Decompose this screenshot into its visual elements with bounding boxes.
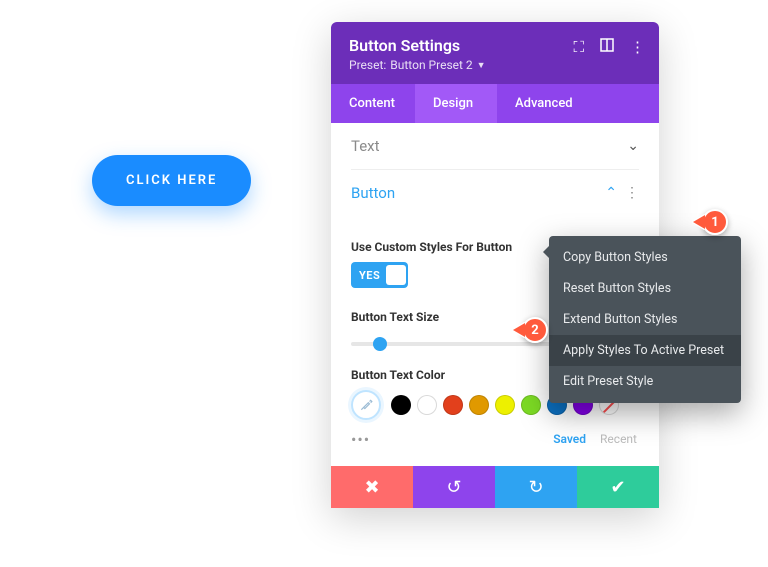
cancel-button[interactable]: ✖ bbox=[331, 466, 413, 508]
section-button-label: Button bbox=[351, 184, 395, 202]
columns-icon[interactable] bbox=[600, 38, 614, 56]
more-icon[interactable]: ⋮ bbox=[630, 38, 645, 56]
expand-icon[interactable]: ⛶ bbox=[573, 38, 584, 56]
callout-2: 2 bbox=[504, 315, 548, 345]
section-button-header[interactable]: Button ⌃ ⋮ bbox=[331, 170, 659, 216]
section-text-label: Text bbox=[351, 137, 380, 155]
menu-copy-styles[interactable]: Copy Button Styles bbox=[549, 242, 741, 273]
menu-edit-preset[interactable]: Edit Preset Style bbox=[549, 366, 741, 397]
tab-content[interactable]: Content bbox=[331, 84, 415, 123]
swatch-orange[interactable] bbox=[469, 395, 489, 415]
callout-bubble: 1 bbox=[702, 209, 728, 235]
undo-button[interactable]: ↺ bbox=[413, 466, 495, 508]
eyedropper-button[interactable] bbox=[351, 390, 381, 420]
swatch-yellow[interactable] bbox=[495, 395, 515, 415]
settings-panel: Button Settings Preset: Button Preset 2 … bbox=[331, 22, 659, 508]
palette-tabs: Saved Recent bbox=[553, 432, 637, 446]
callout-bubble: 2 bbox=[522, 317, 548, 343]
chevron-up-icon: ⌃ bbox=[605, 185, 617, 201]
tab-design[interactable]: Design bbox=[415, 84, 497, 123]
callout-tail bbox=[693, 215, 705, 229]
swatch-green[interactable] bbox=[521, 395, 541, 415]
header-actions: ⛶ ⋮ bbox=[573, 38, 645, 56]
swatch-white[interactable] bbox=[417, 395, 437, 415]
use-custom-toggle[interactable]: YES bbox=[351, 262, 408, 288]
menu-extend-styles[interactable]: Extend Button Styles bbox=[549, 304, 741, 335]
callout-1: 1 bbox=[684, 207, 728, 237]
section-text-header[interactable]: Text ⌄ bbox=[331, 123, 659, 169]
preset-selector[interactable]: Preset: Button Preset 2 ▼ bbox=[349, 58, 641, 72]
redo-button[interactable]: ↻ bbox=[495, 466, 577, 508]
menu-apply-preset[interactable]: Apply Styles To Active Preset bbox=[549, 335, 741, 366]
chevron-down-icon: ⌄ bbox=[627, 138, 639, 154]
toggle-knob bbox=[386, 265, 406, 285]
preset-name: Button Preset 2 bbox=[390, 58, 472, 72]
context-menu: Copy Button Styles Reset Button Styles E… bbox=[549, 236, 741, 403]
swatch-black[interactable] bbox=[391, 395, 411, 415]
panel-footer: ✖ ↺ ↻ ✔ bbox=[331, 466, 659, 508]
palette-tab-recent[interactable]: Recent bbox=[600, 432, 637, 446]
confirm-button[interactable]: ✔ bbox=[577, 466, 659, 508]
palette-tab-saved[interactable]: Saved bbox=[553, 432, 586, 446]
panel-header: Button Settings Preset: Button Preset 2 … bbox=[331, 22, 659, 84]
preset-prefix: Preset: bbox=[349, 58, 386, 72]
tab-bar: Content Design Advanced bbox=[331, 84, 659, 123]
toggle-text: YES bbox=[359, 269, 380, 282]
section-more-icon[interactable]: ⋮ bbox=[625, 185, 639, 201]
menu-reset-styles[interactable]: Reset Button Styles bbox=[549, 273, 741, 304]
more-swatches-icon[interactable]: ••• bbox=[351, 430, 370, 449]
tab-advanced[interactable]: Advanced bbox=[497, 84, 659, 123]
slider-thumb[interactable] bbox=[373, 337, 387, 351]
canvas-click-here-button[interactable]: CLICK HERE bbox=[92, 155, 251, 206]
swatch-red[interactable] bbox=[443, 395, 463, 415]
caret-down-icon: ▼ bbox=[477, 60, 486, 71]
callout-tail bbox=[513, 323, 525, 337]
